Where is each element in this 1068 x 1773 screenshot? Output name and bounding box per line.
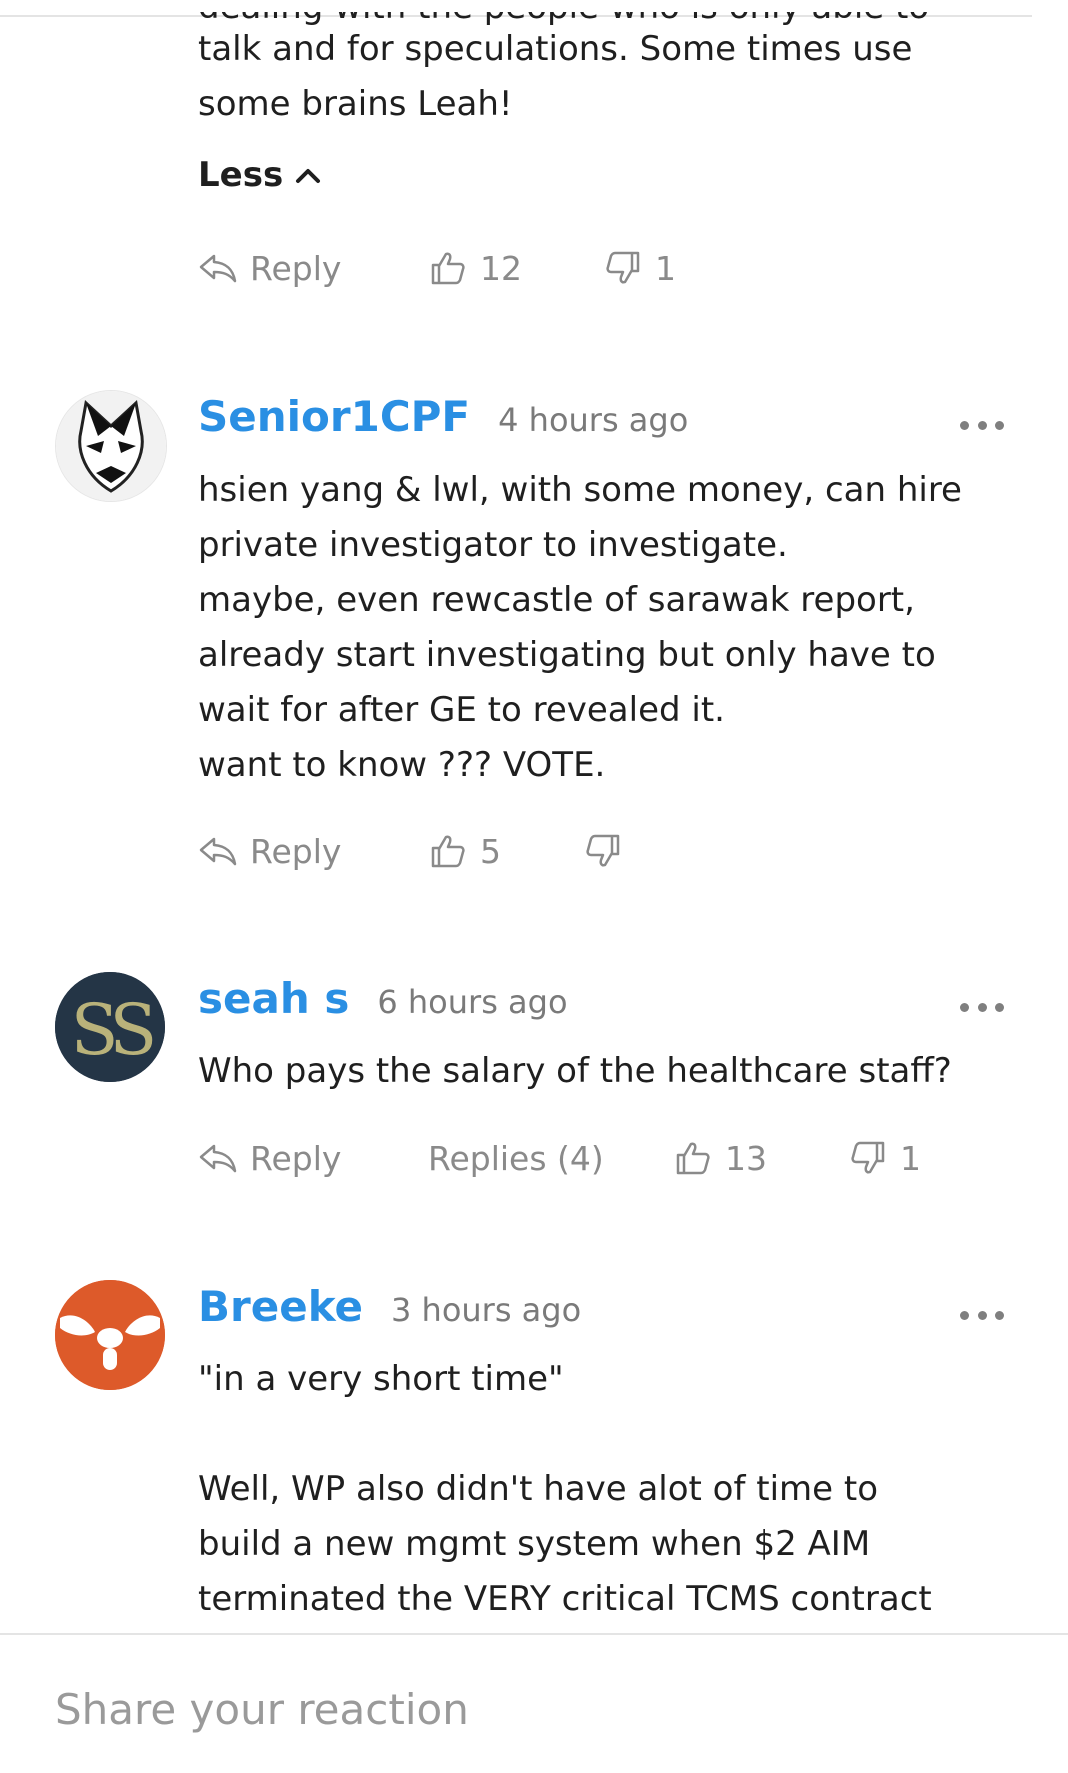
thumbs-down-icon bbox=[586, 834, 620, 867]
comment-3-line-2: Well, WP also didn't have alot of time t… bbox=[198, 1469, 879, 1509]
reply-icon bbox=[199, 837, 237, 866]
like-button[interactable]: 5 bbox=[428, 826, 501, 876]
chevron-up-icon bbox=[296, 169, 321, 183]
comment-0-line-1: some brains Leah! bbox=[198, 84, 513, 124]
svg-text:SS: SS bbox=[71, 989, 153, 1071]
dislike-count: 1 bbox=[655, 248, 676, 288]
comment-1-line-0: hsien yang & lwl, with some money, can h… bbox=[198, 470, 962, 510]
reply-icon bbox=[199, 1144, 237, 1173]
reply-button[interactable]: Reply bbox=[198, 826, 341, 876]
timestamp: 4 hours ago bbox=[498, 401, 689, 439]
reply-icon bbox=[199, 254, 237, 283]
reply-button[interactable]: Reply bbox=[198, 243, 341, 293]
dislike-button[interactable]: 1 bbox=[603, 243, 676, 293]
like-button[interactable]: 12 bbox=[428, 243, 522, 293]
like-button[interactable]: 13 bbox=[673, 1133, 767, 1183]
comment-1-line-2: maybe, even rewcastle of sarawak report, bbox=[198, 580, 915, 620]
thumbs-down-icon bbox=[851, 1141, 885, 1174]
more-options-button[interactable] bbox=[960, 415, 1004, 435]
comment-1-line-1: private investigator to investigate. bbox=[198, 525, 788, 565]
comment-0-text: talk and for speculations. Some times us… bbox=[198, 22, 912, 132]
username[interactable]: Breeke bbox=[198, 1282, 363, 1331]
replies-label: Replies (4) bbox=[428, 1138, 604, 1178]
comment-1-text: hsien yang & lwl, with some money, can h… bbox=[198, 463, 962, 793]
mask-avatar-icon bbox=[56, 391, 166, 501]
avatar[interactable]: SS bbox=[55, 972, 165, 1082]
comment-1-line-4: wait for after GE to revealed it. bbox=[198, 690, 725, 730]
comment-1-actions: Reply 5 bbox=[198, 826, 998, 876]
like-count: 12 bbox=[480, 248, 522, 288]
less-button[interactable]: Less bbox=[198, 155, 321, 195]
comment-2-line-0: Who pays the salary of the healthcare st… bbox=[198, 1051, 952, 1091]
comment-0-actions: Reply 12 1 bbox=[198, 243, 998, 293]
view-replies-button[interactable]: Replies (4) bbox=[428, 1133, 604, 1183]
comment-1-line-5: want to know ??? VOTE. bbox=[198, 745, 606, 785]
reply-label: Reply bbox=[250, 1138, 342, 1178]
username[interactable]: seah s bbox=[198, 974, 349, 1023]
like-count: 5 bbox=[480, 831, 501, 871]
comment-3-line-4: terminated the VERY critical TCMS contra… bbox=[198, 1579, 932, 1619]
comment-3-line-0: "in a very short time" bbox=[198, 1359, 564, 1399]
avatar[interactable] bbox=[55, 1280, 165, 1390]
more-icon bbox=[960, 420, 969, 430]
dislike-button[interactable] bbox=[583, 826, 635, 876]
comment-2-meta: seah s 6 hours ago bbox=[198, 974, 568, 1034]
username[interactable]: Senior1CPF bbox=[198, 392, 470, 441]
more-options-button[interactable] bbox=[960, 1305, 1004, 1325]
comment-3-meta: Breeke 3 hours ago bbox=[198, 1282, 581, 1342]
less-label: Less bbox=[198, 155, 284, 195]
thumbs-down-icon bbox=[606, 251, 640, 284]
more-icon bbox=[960, 1002, 969, 1012]
reply-label: Reply bbox=[250, 831, 342, 871]
face-avatar-icon bbox=[55, 1280, 165, 1390]
thumbs-up-icon bbox=[676, 1142, 710, 1175]
thumbs-up-icon bbox=[431, 252, 465, 285]
more-icon bbox=[960, 1310, 969, 1320]
comment-1-meta: Senior1CPF 4 hours ago bbox=[198, 392, 688, 452]
share-reaction-input[interactable] bbox=[55, 1679, 1015, 1739]
comment-1-line-3: already start investigating but only hav… bbox=[198, 635, 936, 675]
timestamp: 6 hours ago bbox=[377, 983, 568, 1021]
comment-3-line-3: build a new mgmt system when $2 AIM bbox=[198, 1524, 871, 1564]
more-options-button[interactable] bbox=[960, 997, 1004, 1017]
dislike-button[interactable]: 1 bbox=[848, 1133, 921, 1183]
timestamp: 3 hours ago bbox=[391, 1291, 582, 1329]
thumbs-up-icon bbox=[431, 835, 465, 868]
dislike-count: 1 bbox=[900, 1138, 921, 1178]
avatar[interactable] bbox=[55, 390, 167, 502]
like-count: 13 bbox=[725, 1138, 767, 1178]
reply-button[interactable]: Reply bbox=[198, 1133, 341, 1183]
comment-2-actions: Reply Replies (4) 13 1 bbox=[198, 1133, 998, 1183]
reaction-bar bbox=[0, 1633, 1068, 1773]
monogram-avatar-icon: SS bbox=[55, 972, 165, 1082]
comment-3-text: "in a very short time" Well, WP also did… bbox=[198, 1352, 932, 1627]
comment-2-text: Who pays the salary of the healthcare st… bbox=[198, 1044, 952, 1099]
reply-label: Reply bbox=[250, 248, 342, 288]
comment-0-line-0: talk and for speculations. Some times us… bbox=[198, 29, 913, 69]
